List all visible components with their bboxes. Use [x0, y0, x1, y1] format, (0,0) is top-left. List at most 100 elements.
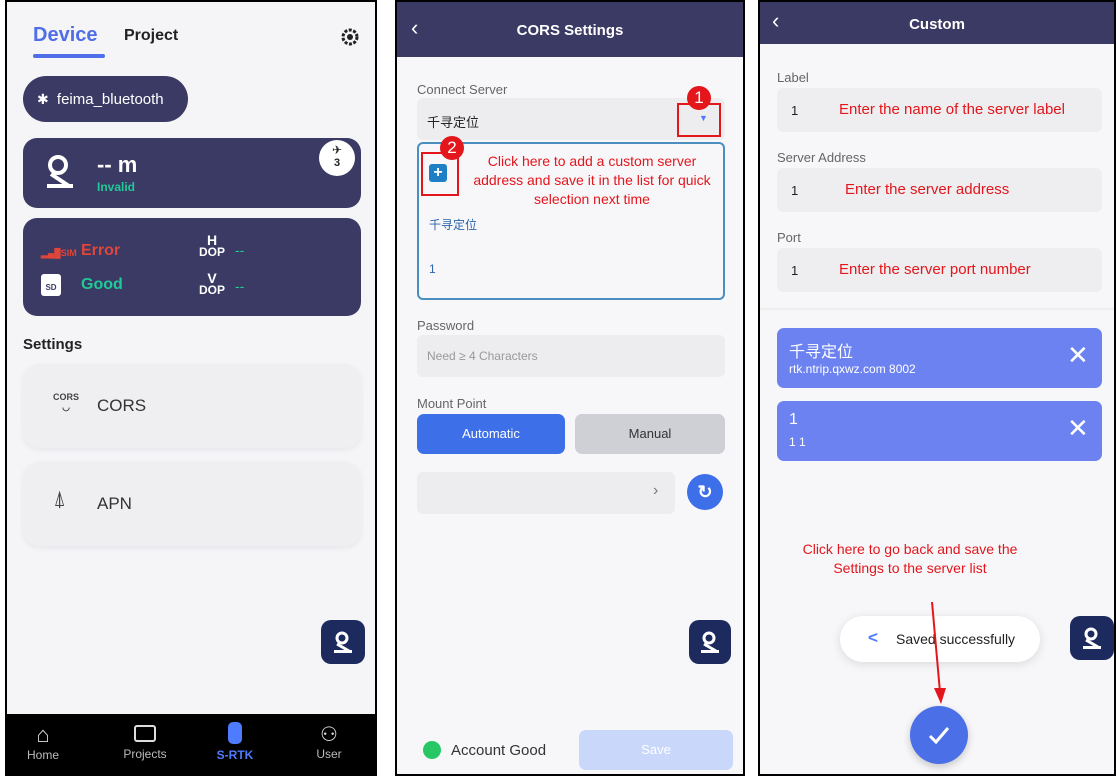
divider	[760, 308, 1114, 310]
tab-project[interactable]: Project	[124, 27, 178, 45]
manual-button[interactable]: Manual	[575, 414, 725, 454]
hdop-label: H DOP	[199, 233, 226, 259]
dropdown-option-value[interactable]: 1	[429, 262, 436, 276]
folder-icon	[134, 725, 156, 742]
custom-header: ‹ Custom	[760, 2, 1114, 44]
sd-icon-text: SD	[45, 283, 57, 292]
label-annotation: Enter the name of the server label	[839, 101, 1065, 118]
check-icon	[928, 727, 950, 745]
vdop-label: V DOP	[199, 271, 226, 297]
receiver-device-icon	[228, 722, 242, 744]
address-field-label: Server Address	[777, 150, 866, 165]
satellite-badge: ✈ 3	[319, 140, 355, 176]
sim-status: Error	[81, 242, 121, 259]
sd-card-icon: SD	[41, 274, 61, 296]
position-card[interactable]: -- m Invalid ✈ 3	[23, 138, 361, 208]
dropdown-option-name[interactable]: 千寻定位	[429, 216, 477, 233]
nav-user[interactable]: ⚇ User	[299, 722, 359, 761]
hdop-value: --	[235, 242, 245, 258]
receiver-icon	[701, 631, 719, 653]
user-icon: ⚇	[320, 724, 338, 746]
selected-server: 千寻定位	[427, 115, 480, 130]
port-value: 1	[791, 263, 799, 278]
active-tab-underline	[33, 54, 105, 58]
nav-user-label: User	[316, 747, 342, 761]
cors-settings-screen: ‹ CORS Settings Connect Server 千寻定位 ▼ 1 …	[395, 0, 745, 776]
mount-point-label: Mount Point	[417, 396, 487, 411]
tab-device[interactable]: Device	[33, 24, 98, 47]
label-value: 1	[791, 103, 799, 118]
password-field[interactable]: Need ≥ 4 Characters	[417, 335, 725, 377]
server-detail: 1 1	[789, 435, 806, 449]
nav-srtk[interactable]: S-RTK	[205, 722, 265, 762]
save-button[interactable]: Save	[579, 730, 733, 770]
port-input[interactable]: 1 Enter the server port number	[777, 248, 1102, 292]
satellite-icon: ✈	[331, 143, 343, 157]
hdop-dop: DOP	[199, 245, 226, 259]
server-list-item[interactable]: 千寻定位 rtk.ntrip.qxwz.com 8002 ✕	[777, 328, 1102, 388]
page-title: CORS Settings	[516, 22, 624, 39]
cors-icon: CORS ◡	[53, 392, 80, 412]
cors-icon-text: CORS	[53, 392, 80, 402]
nav-projects[interactable]: Projects	[115, 722, 175, 761]
satellite-count: 3	[333, 157, 341, 169]
label-input[interactable]: 1 Enter the name of the server label	[777, 88, 1102, 132]
add-server-annotation: Click here to add a custom server addres…	[473, 153, 711, 207]
cors-header: ‹ CORS Settings	[397, 2, 743, 57]
annotation-arrow	[931, 602, 946, 704]
account-status: Account Good	[451, 742, 547, 759]
address-annotation: Enter the server address	[845, 181, 1010, 198]
apn-label: APN	[97, 494, 132, 513]
settings-gear-icon[interactable]	[339, 26, 361, 53]
bluetooth-device-button[interactable]: ✱ feima_bluetooth	[23, 76, 188, 122]
receiver-icon	[41, 152, 81, 197]
nav-home-label: Home	[26, 748, 59, 762]
page-title: Custom	[909, 16, 965, 33]
server-address-input[interactable]: 1 Enter the server address	[777, 168, 1102, 212]
refresh-icon[interactable]: ↻	[687, 474, 723, 510]
server-name: 千寻定位	[789, 344, 854, 361]
antenna-icon: ⍋	[53, 486, 67, 511]
position-value: -- m	[97, 152, 138, 177]
address-value: 1	[791, 183, 799, 198]
app-logo-icon: <	[868, 628, 878, 647]
position-status: Invalid	[97, 180, 136, 194]
receiver-icon	[1083, 627, 1101, 649]
server-name: 1	[789, 411, 798, 428]
sim-icon-text: SIM	[60, 248, 77, 258]
cors-settings-item[interactable]: CORS ◡ CORS	[23, 364, 361, 448]
home-icon: ⌂	[36, 722, 50, 747]
apn-settings-item[interactable]: ⍋ APN	[23, 462, 361, 546]
port-annotation: Enter the server port number	[839, 261, 1031, 278]
step-marker-1: 1	[687, 86, 711, 110]
bluetooth-device-name: feima_bluetooth	[56, 91, 164, 108]
nav-projects-label: Projects	[123, 747, 167, 761]
custom-server-screen: ‹ Custom Label 1 Enter the name of the s…	[758, 0, 1116, 776]
bottom-navigation: ⌂ Home Projects S-RTK ⚇ User	[7, 714, 375, 774]
signal-card: ▂▄█SIM Error SD Good H DOP -- V DOP --	[23, 218, 361, 316]
password-placeholder: Need ≥ 4 Characters	[427, 349, 538, 363]
confirm-check-button[interactable]	[910, 706, 968, 764]
password-label: Password	[417, 318, 475, 333]
port-field-label: Port	[777, 230, 801, 245]
save-back-annotation: Click here to go back and save the Setti…	[802, 541, 1018, 576]
device-screen: Device Project ✱ feima_bluetooth -- m In…	[5, 0, 377, 776]
bluetooth-icon: ✱	[37, 91, 49, 107]
server-detail: rtk.ntrip.qxwz.com 8002	[789, 362, 916, 376]
mount-point-select[interactable]: ›	[417, 472, 675, 514]
nav-srtk-label: S-RTK	[216, 748, 254, 762]
automatic-button[interactable]: Automatic	[417, 414, 565, 454]
cors-label: CORS	[97, 396, 147, 415]
receiver-shortcut-button[interactable]	[1070, 616, 1114, 660]
vdop-value: --	[235, 278, 245, 294]
label-field-label: Label	[777, 70, 809, 85]
close-icon[interactable]: ✕	[1067, 415, 1089, 441]
server-list-item[interactable]: 1 1 1 ✕	[777, 401, 1102, 461]
close-icon[interactable]: ✕	[1067, 342, 1089, 368]
vdop-dop: DOP	[199, 283, 226, 297]
receiver-shortcut-button[interactable]	[689, 620, 731, 664]
account-status-dot	[423, 741, 441, 759]
chevron-right-icon: ›	[653, 482, 659, 499]
receiver-shortcut-button[interactable]	[321, 620, 365, 664]
nav-home[interactable]: ⌂ Home	[13, 722, 73, 762]
